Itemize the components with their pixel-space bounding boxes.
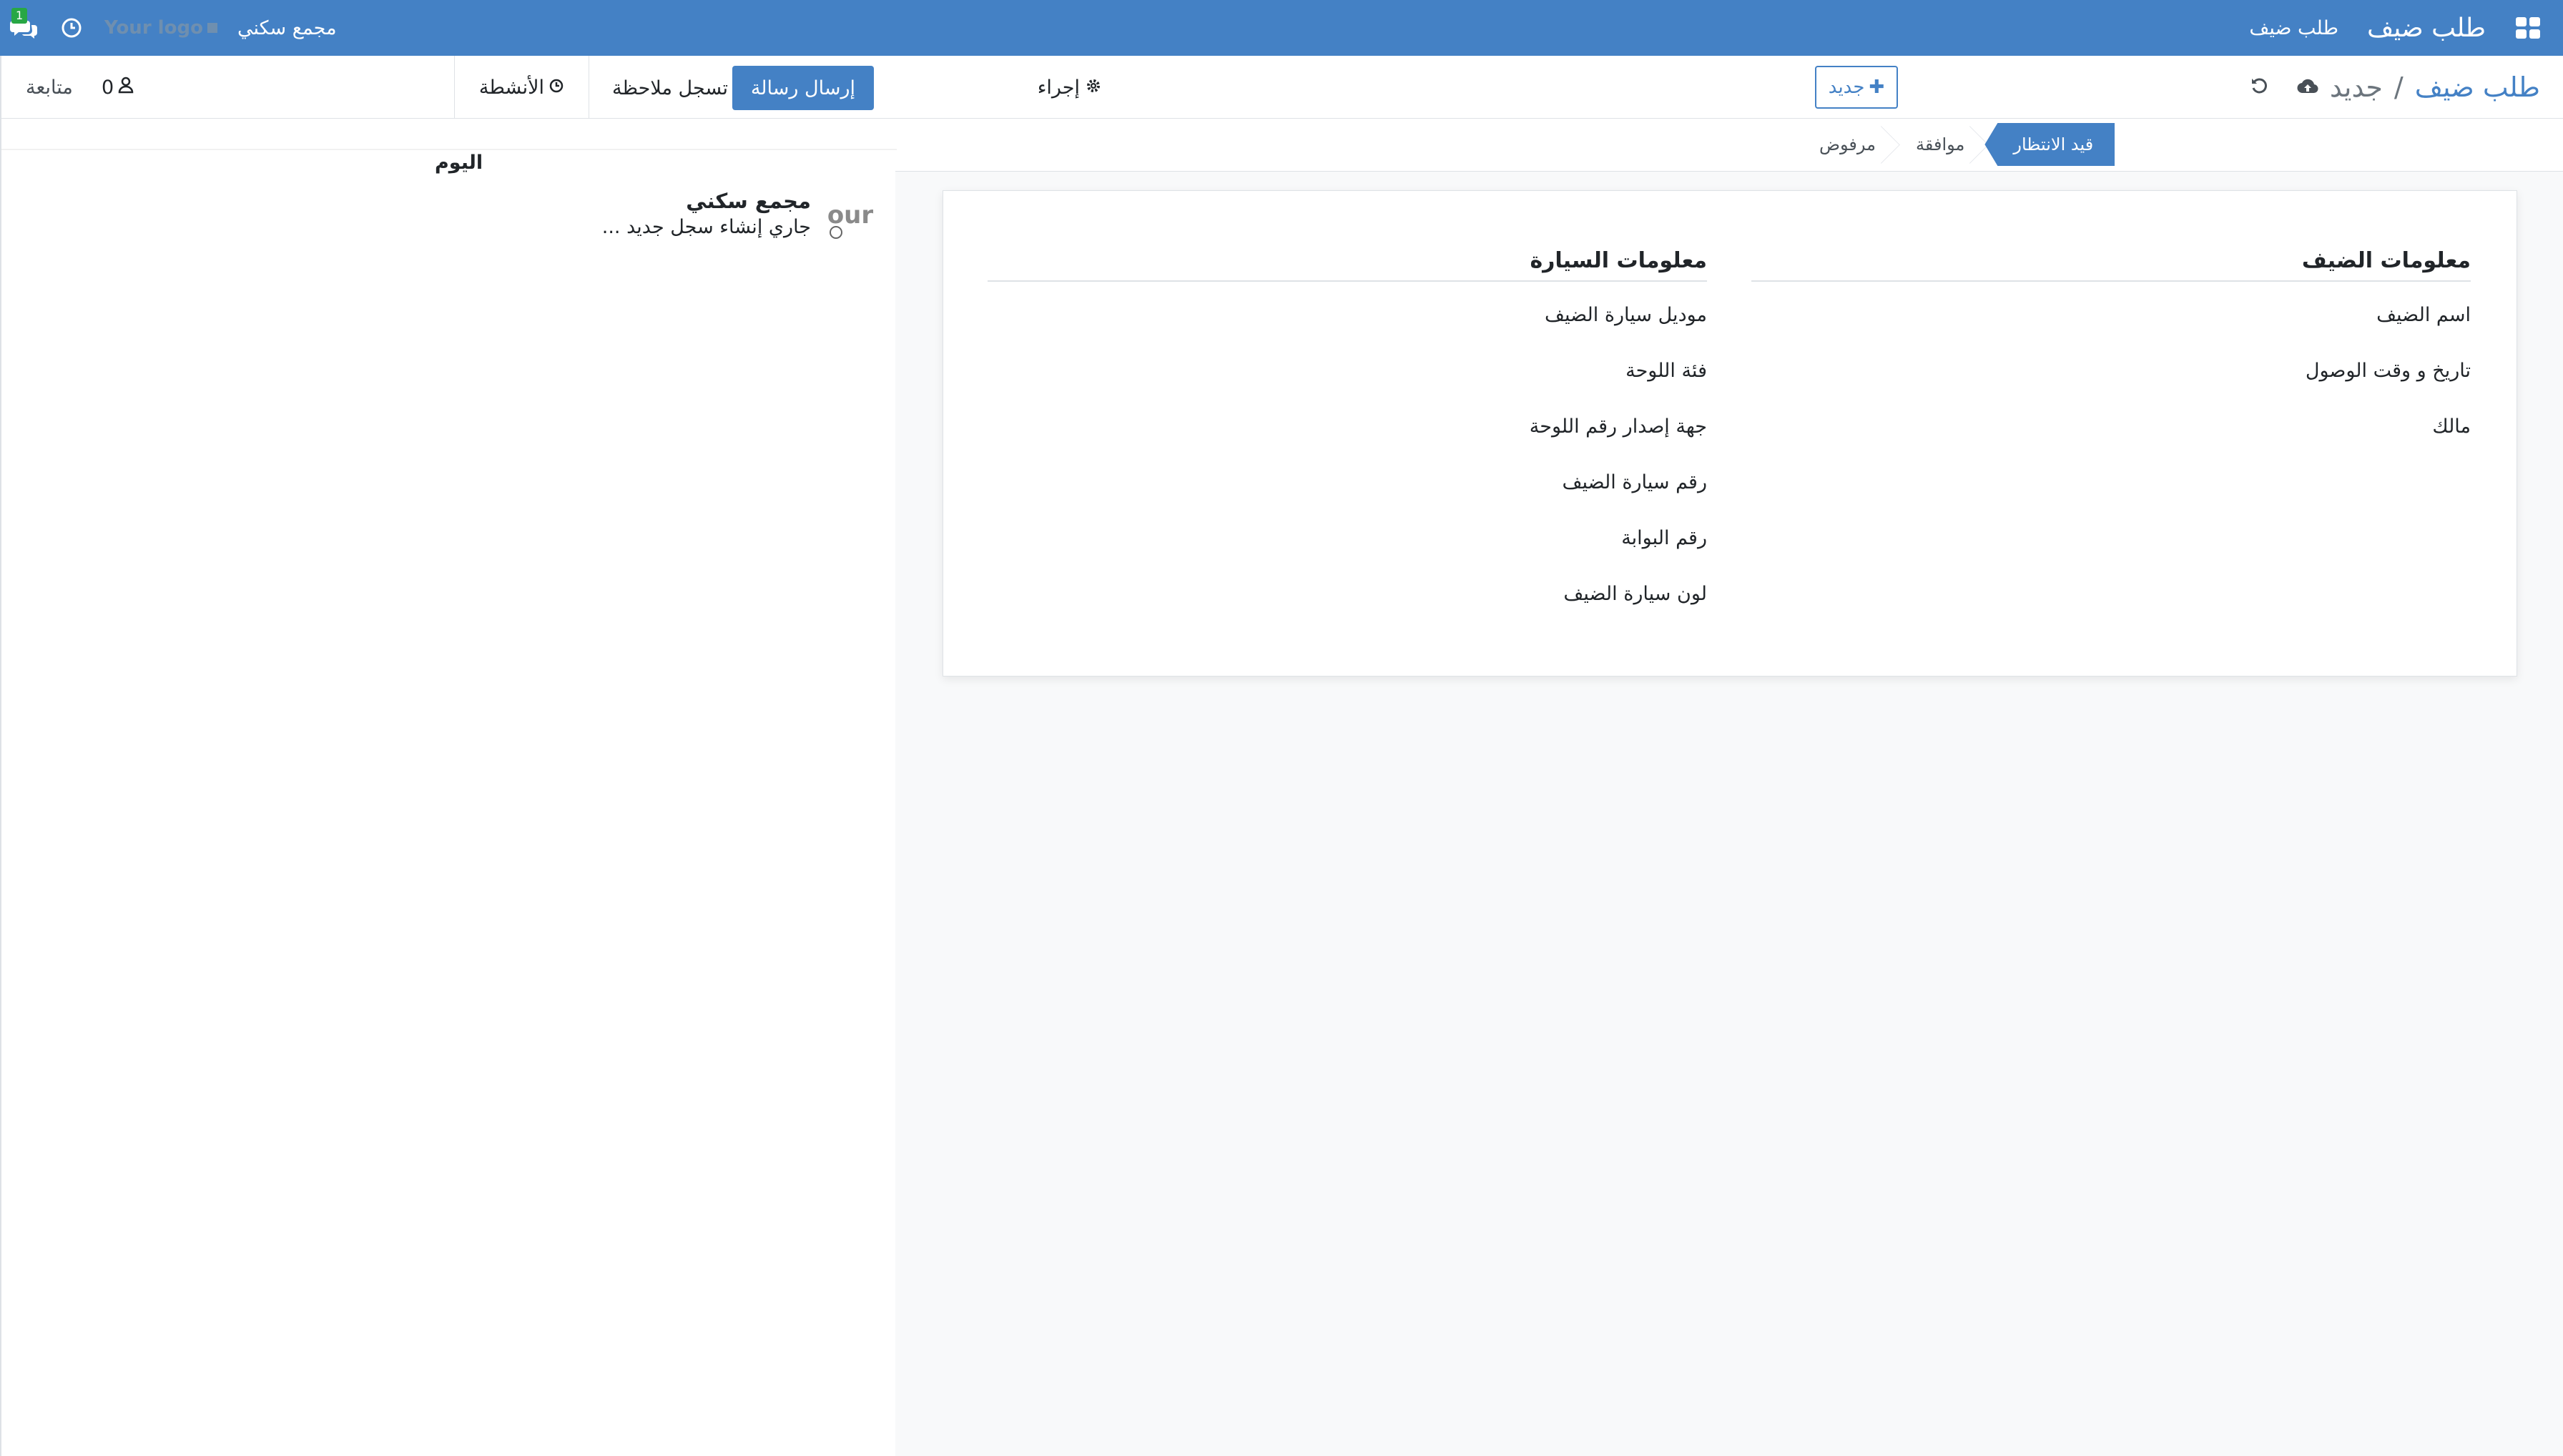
clock-activity-icon[interactable]	[59, 15, 84, 41]
record-status-icons	[2250, 56, 2318, 119]
logo-text: Your logo	[104, 17, 203, 39]
message-body: مجمع سكني جاري إنشاء سجل جديد ...	[602, 189, 811, 238]
company-name[interactable]: مجمع سكني	[237, 17, 337, 39]
control-panel: طلب ضيف / جديد إجراء ✚ جديد	[895, 56, 2563, 119]
car-info-title: معلومات السيارة	[988, 248, 1707, 282]
presence-status-icon	[830, 226, 842, 239]
chat-messages-icon[interactable]: 1	[10, 8, 39, 41]
activities-button[interactable]: الأنشطة	[453, 56, 589, 119]
activities-label: الأنشطة	[478, 76, 544, 99]
navbar-systray: مجمع سكني Your logo 1	[10, 0, 337, 56]
field-gate-number: رقم البوابة	[1621, 527, 1707, 549]
breadcrumb: طلب ضيف / جديد	[2330, 56, 2540, 119]
guest-info-group: معلومات الضيف اسم الضيف تاريخ و وقت الوص…	[1751, 248, 2471, 466]
logo-square-icon	[207, 23, 217, 33]
field-plate-issuer: جهة إصدار رقم اللوحة	[1529, 415, 1707, 438]
action-menu-button[interactable]: إجراء	[1038, 56, 1101, 119]
plus-icon: ✚	[1869, 77, 1885, 98]
clock-icon	[548, 77, 564, 99]
app-name[interactable]: طلب ضيف	[2367, 14, 2486, 43]
followers-count: 0	[102, 76, 114, 99]
chatter-message: our مجمع سكني جاري إنشاء سجل جديد ...	[602, 189, 877, 242]
stage-rejected[interactable]: مرفوض	[1799, 123, 1896, 166]
field-car-number: رقم سيارة الضيف	[1562, 471, 1708, 493]
follow-button[interactable]: متابعة	[26, 56, 73, 119]
main-navbar: طلب ضيف طلب ضيف مجمع سكني Your logo 1	[0, 0, 2563, 56]
guest-info-title: معلومات الضيف	[1751, 248, 2471, 282]
chatter-topbar: إرسال رسالة تسجل ملاحظة الأنشطة 0 متابعة	[1, 56, 897, 119]
followers-button[interactable]: 0	[102, 56, 134, 119]
chatter-panel: إرسال رسالة تسجل ملاحظة الأنشطة 0 متابعة…	[0, 56, 897, 1456]
field-guest-name: اسم الضيف	[2376, 304, 2471, 326]
apps-menu-icon[interactable]	[2514, 17, 2540, 39]
cloud-upload-icon[interactable]	[2297, 77, 2318, 97]
message-author[interactable]: مجمع سكني	[686, 189, 811, 213]
breadcrumb-separator: /	[2394, 72, 2404, 103]
avatar[interactable]: our	[824, 189, 877, 242]
stage-approved[interactable]: موافقة	[1896, 123, 1984, 166]
user-icon	[118, 77, 134, 99]
menu-item-guest-request[interactable]: طلب ضيف	[2249, 17, 2338, 39]
discard-undo-icon[interactable]	[2250, 77, 2268, 98]
new-record-button[interactable]: ✚ جديد	[1815, 66, 1898, 109]
status-bar: مرفوض موافقة قيد الانتظار	[895, 119, 2563, 172]
gear-icon	[1086, 77, 1101, 99]
avatar-text: our	[827, 201, 874, 230]
date-separator-line	[1, 149, 897, 150]
breadcrumb-parent-link[interactable]: طلب ضيف	[2415, 72, 2540, 103]
date-separator-label: اليوم	[431, 152, 488, 174]
car-info-group: معلومات السيارة موديل سيارة الضيف فئة ال…	[988, 248, 1707, 634]
messages-count-badge: 1	[11, 8, 28, 24]
field-plate-category: فئة اللوحة	[1625, 360, 1707, 382]
breadcrumb-current: جديد	[2329, 72, 2383, 103]
form-area: معلومات الضيف اسم الضيف تاريخ و وقت الوص…	[895, 172, 2563, 1456]
field-car-model: موديل سيارة الضيف	[1545, 304, 1707, 326]
field-arrival-datetime: تاريخ و وقت الوصول	[2305, 360, 2471, 382]
field-car-color: لون سيارة الضيف	[1563, 583, 1707, 605]
log-note-button[interactable]: تسجل ملاحظة	[612, 66, 728, 110]
action-label: إجراء	[1037, 76, 1080, 99]
stage-pending[interactable]: قيد الانتظار	[1984, 123, 2115, 166]
company-logo: Your logo	[104, 17, 217, 39]
send-message-button[interactable]: إرسال رسالة	[732, 66, 874, 110]
message-text: جاري إنشاء سجل جديد ...	[601, 216, 811, 238]
navbar-brand-area: طلب ضيف طلب ضيف	[2249, 0, 2540, 56]
stage-pipeline: مرفوض موافقة قيد الانتظار	[1799, 123, 2115, 166]
form-sheet: معلومات الضيف اسم الضيف تاريخ و وقت الوص…	[943, 190, 2517, 677]
field-owner: مالك	[2432, 415, 2471, 438]
new-button-label: جديد	[1828, 77, 1865, 98]
